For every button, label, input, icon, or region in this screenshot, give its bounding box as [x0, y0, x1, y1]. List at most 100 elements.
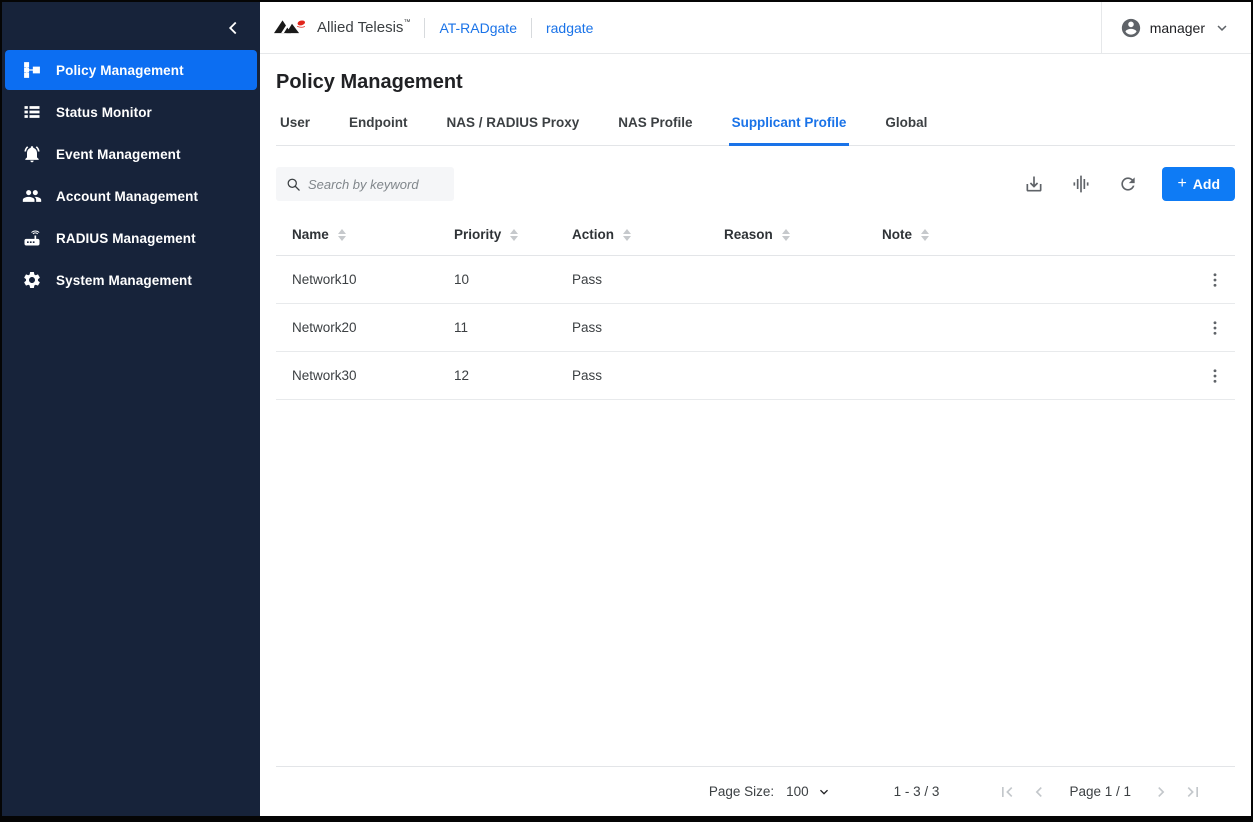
column-header-action[interactable]: Action [556, 227, 708, 242]
bell-icon [22, 144, 42, 164]
first-page-icon [997, 782, 1017, 802]
cell-name: Network30 [276, 368, 438, 383]
topbar: Allied Telesis™ AT-RADgate radgate manag… [260, 2, 1251, 54]
tab-nas-radius-proxy[interactable]: NAS / RADIUS Proxy [444, 115, 583, 146]
tab-global[interactable]: Global [882, 115, 930, 146]
chevron-down-icon [816, 784, 832, 800]
add-button-label: Add [1193, 176, 1220, 192]
kebab-icon [1206, 271, 1224, 289]
search-input[interactable] [308, 177, 444, 192]
header-divider [531, 18, 532, 38]
chevron-down-icon [1213, 19, 1231, 37]
table-header-row: Name Priority Action Reason [276, 214, 1235, 256]
tab-nas-profile[interactable]: NAS Profile [615, 115, 695, 146]
sidebar-item-policy-management[interactable]: Policy Management [5, 50, 257, 90]
header-divider [424, 18, 425, 38]
sidebar-nav: Policy Management Status Monitor Event M… [2, 46, 260, 300]
sidebar-collapse-button[interactable] [222, 17, 244, 39]
sidebar: Policy Management Status Monitor Event M… [2, 2, 260, 816]
tab-bar: User Endpoint NAS / RADIUS Proxy NAS Pro… [276, 115, 1235, 146]
cell-priority: 11 [438, 320, 556, 335]
site-link[interactable]: radgate [546, 20, 593, 36]
supplicant-profile-table: Name Priority Action Reason [276, 214, 1235, 400]
sort-icon [782, 229, 790, 241]
main-area: Allied Telesis™ AT-RADgate radgate manag… [260, 2, 1251, 816]
page-content: Policy Management User Endpoint NAS / RA… [260, 54, 1251, 816]
page-title: Policy Management [276, 71, 1235, 94]
row-menu-button[interactable] [1204, 317, 1226, 339]
page-size-select[interactable]: 100 [786, 784, 832, 800]
refresh-button[interactable] [1117, 173, 1139, 195]
column-header-priority[interactable]: Priority [438, 227, 556, 242]
tab-endpoint[interactable]: Endpoint [346, 115, 410, 146]
sidebar-item-radius-management[interactable]: RADIUS Management [5, 218, 257, 258]
chevron-left-icon [1029, 782, 1049, 802]
user-name: manager [1150, 20, 1205, 36]
row-range-text: 1 - 3 / 3 [894, 784, 940, 799]
product-link[interactable]: AT-RADgate [439, 20, 517, 36]
people-icon [22, 186, 42, 206]
chevron-right-icon [1151, 782, 1171, 802]
sidebar-item-label: Status Monitor [56, 105, 152, 120]
policy-icon [22, 60, 42, 80]
cell-name: Network20 [276, 320, 438, 335]
sort-icon [338, 229, 346, 241]
cell-priority: 12 [438, 368, 556, 383]
page-size-control: Page Size: 100 [709, 784, 832, 800]
toolbar-actions: + Add [998, 167, 1235, 201]
sidebar-item-label: Account Management [56, 189, 198, 204]
allied-telesis-logo [274, 17, 310, 38]
sidebar-item-system-management[interactable]: System Management [5, 260, 257, 300]
sidebar-item-event-management[interactable]: Event Management [5, 134, 257, 174]
search-icon [286, 177, 301, 192]
last-page-button[interactable] [1182, 781, 1204, 803]
app-window: Policy Management Status Monitor Event M… [0, 0, 1253, 822]
download-icon [1024, 174, 1044, 194]
table-row: Network20 11 Pass [276, 304, 1235, 352]
sort-icon [921, 229, 929, 241]
sidebar-item-account-management[interactable]: Account Management [5, 176, 257, 216]
pagination-bar: Page Size: 100 1 - 3 / 3 [276, 766, 1235, 816]
sidebar-item-label: Policy Management [56, 63, 184, 78]
cell-name: Network10 [276, 272, 438, 287]
add-button[interactable]: + Add [1162, 167, 1235, 201]
search-box[interactable] [276, 167, 454, 201]
plus-icon: + [1177, 176, 1186, 192]
tab-user[interactable]: User [277, 115, 313, 146]
kebab-icon [1206, 319, 1224, 337]
row-menu-button[interactable] [1204, 365, 1226, 387]
graphic-eq-icon [1071, 174, 1091, 194]
trademark-mark: ™ [403, 19, 410, 26]
page-size-label: Page Size: [709, 784, 774, 799]
download-button[interactable] [1023, 173, 1045, 195]
table-row: Network10 10 Pass [276, 256, 1235, 304]
page-size-value: 100 [786, 784, 809, 799]
chevron-left-icon [222, 17, 244, 39]
user-menu[interactable]: manager [1101, 2, 1251, 53]
list-icon [22, 102, 42, 122]
first-page-button[interactable] [996, 781, 1018, 803]
cell-action: Pass [556, 368, 708, 383]
account-circle-icon [1120, 17, 1142, 39]
cell-priority: 10 [438, 272, 556, 287]
column-header-name[interactable]: Name [276, 227, 438, 242]
gear-icon [22, 270, 42, 290]
sort-icon [510, 229, 518, 241]
tab-supplicant-profile[interactable]: Supplicant Profile [729, 115, 850, 146]
cell-action: Pass [556, 320, 708, 335]
table-toolbar: + Add [276, 167, 1235, 201]
next-page-button[interactable] [1150, 781, 1172, 803]
refresh-icon [1118, 174, 1138, 194]
column-header-reason[interactable]: Reason [708, 227, 866, 242]
sidebar-collapse-row [2, 10, 260, 46]
brand: Allied Telesis™ [274, 17, 410, 38]
previous-page-button[interactable] [1028, 781, 1050, 803]
cell-action: Pass [556, 272, 708, 287]
router-icon [22, 228, 42, 248]
sidebar-item-label: Event Management [56, 147, 181, 162]
sidebar-item-status-monitor[interactable]: Status Monitor [5, 92, 257, 132]
row-menu-button[interactable] [1204, 269, 1226, 291]
last-page-icon [1183, 782, 1203, 802]
column-header-note[interactable]: Note [866, 227, 1195, 242]
column-settings-button[interactable] [1070, 173, 1092, 195]
